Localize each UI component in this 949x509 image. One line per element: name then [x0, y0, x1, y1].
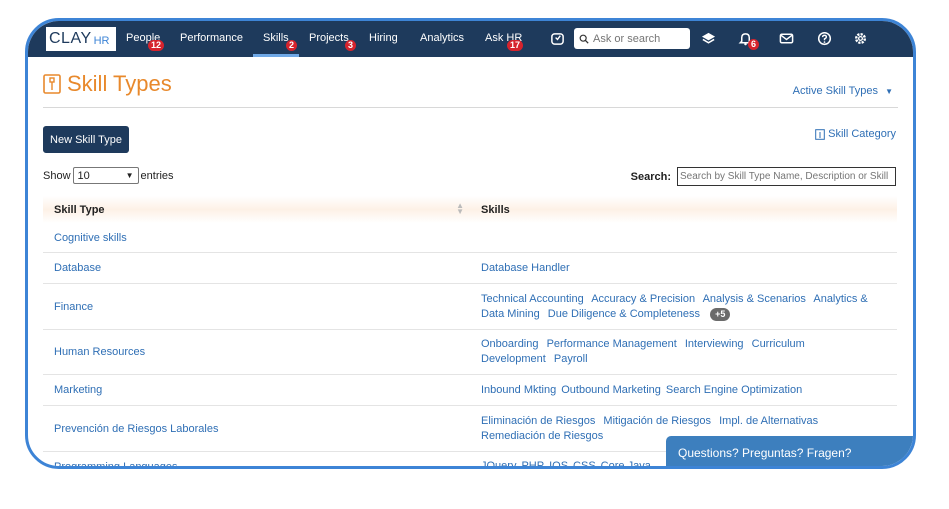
- skill-link[interactable]: Outbound Marketing: [561, 383, 661, 398]
- show-label: Show: [43, 169, 71, 182]
- skill-link[interactable]: PHP: [521, 459, 544, 466]
- skill-link[interactable]: Search Engine Optimization: [666, 383, 802, 398]
- header-divider: [43, 107, 898, 108]
- skill-link[interactable]: Analysis & Scenarios: [703, 293, 806, 305]
- nav-analytics[interactable]: Analytics: [420, 32, 464, 44]
- skill-link[interactable]: Mitigación de Riesgos: [603, 415, 711, 427]
- ask-hr-badge: 17: [507, 40, 524, 51]
- clayhr-logo[interactable]: CLAY HR: [46, 27, 116, 51]
- skill-link[interactable]: Remediación de Riesgos: [481, 430, 603, 442]
- notification-badge: 6: [748, 39, 760, 50]
- skill-type-link[interactable]: Cognitive skills: [54, 232, 127, 244]
- skill-link[interactable]: Core Java: [601, 459, 651, 466]
- skill-link[interactable]: CSS: [573, 459, 596, 466]
- logo-suffix: HR: [93, 34, 110, 47]
- projects-badge: 3: [345, 40, 357, 51]
- active-skill-types-dropdown[interactable]: Active Skill Types ▼: [793, 85, 893, 97]
- help-icon[interactable]: [817, 31, 832, 46]
- page-title-text: Skill Types: [67, 71, 172, 96]
- skill-link[interactable]: Inbound Mkting: [481, 383, 556, 398]
- header-skills-label: Skills: [481, 203, 510, 216]
- skill-link[interactable]: JQuery: [481, 459, 516, 466]
- support-chat-label: Questions? Preguntas? Fragen?: [678, 445, 852, 460]
- more-skills-badge[interactable]: +5: [710, 307, 731, 321]
- nav-skills-label: Skills: [263, 32, 289, 44]
- skill-category-link[interactable]: Skill Category: [815, 128, 896, 140]
- header-skills: Skills: [470, 204, 510, 216]
- skill-link[interactable]: Accuracy & Precision: [591, 293, 695, 305]
- logo-text: CLAY: [49, 30, 92, 47]
- nav-ask-hr[interactable]: Ask HR 17: [485, 32, 524, 51]
- gear-icon[interactable]: [853, 31, 868, 46]
- nav-hiring-label: Hiring: [369, 32, 398, 44]
- skill-link[interactable]: Technical Accounting: [481, 293, 584, 305]
- skill-type-link[interactable]: Programming Languages: [54, 461, 178, 467]
- skill-type-link[interactable]: Human Resources: [54, 346, 145, 358]
- skill-link[interactable]: Payroll: [554, 353, 588, 365]
- skill-link[interactable]: IOS: [549, 459, 568, 466]
- skill-link[interactable]: Performance Management: [547, 338, 677, 350]
- nav-projects-label: Projects: [309, 32, 349, 44]
- top-navbar: CLAY HR People 12 Performance Skills 2 P…: [28, 21, 913, 57]
- table-row: Database Database Handler: [43, 253, 897, 284]
- skill-types-table: Skill Type ▲ ▼ Skills Cognitive skills Da…: [43, 196, 897, 467]
- skill-link[interactable]: Interviewing: [685, 338, 744, 350]
- clock-icon[interactable]: [550, 31, 565, 46]
- nav-hiring[interactable]: Hiring: [369, 32, 398, 44]
- active-skill-types-label: Active Skill Types: [792, 85, 879, 97]
- table-search: Search:: [631, 167, 896, 186]
- table-search-input[interactable]: [677, 167, 896, 186]
- nav-analytics-label: Analytics: [420, 32, 465, 44]
- sort-icon: ▲ ▼: [456, 200, 464, 216]
- skill-link[interactable]: Due Diligence & Completeness: [548, 308, 700, 320]
- entries-control: Show 10 ▼ entries: [43, 167, 174, 184]
- table-search-label: Search:: [630, 170, 671, 183]
- skill-link[interactable]: Eliminación de Riesgos: [481, 415, 595, 427]
- skill-category-label: Skill Category: [828, 128, 896, 140]
- skill-type-link[interactable]: Database: [54, 262, 101, 274]
- mail-icon[interactable]: [779, 31, 794, 46]
- table-row: Cognitive skills: [43, 223, 897, 253]
- nav-people[interactable]: People 12: [126, 32, 165, 51]
- skill-link[interactable]: Onboarding: [481, 338, 539, 350]
- skill-type-link[interactable]: Prevención de Riesgos Laborales: [54, 423, 219, 435]
- header-skill-type-label: Skill Type: [54, 203, 105, 216]
- skills-badge: 2: [286, 40, 298, 51]
- entries-label: entries: [140, 169, 174, 182]
- skill-type-icon: [43, 74, 61, 94]
- table-row: Marketing Inbound Mkting Outbound Market…: [43, 375, 897, 406]
- nav-skills[interactable]: Skills 2: [253, 32, 299, 57]
- layers-icon[interactable]: [701, 31, 716, 46]
- page-title: Skill Types: [43, 71, 172, 97]
- skill-link[interactable]: Database Handler: [481, 261, 570, 276]
- caret-down-icon: ▼: [885, 87, 893, 96]
- category-icon: [815, 128, 825, 140]
- skill-type-link[interactable]: Finance: [54, 301, 93, 313]
- skill-link[interactable]: Impl. de Alternativas: [719, 415, 818, 427]
- new-skill-type-button[interactable]: New Skill Type: [43, 126, 129, 153]
- entries-select-value: 10: [77, 169, 90, 182]
- global-search-input[interactable]: [593, 32, 689, 45]
- support-chat-tab[interactable]: Questions? Preguntas? Fragen?: [666, 436, 913, 466]
- table-header: Skill Type ▲ ▼ Skills: [43, 196, 897, 223]
- entries-select[interactable]: 10 ▼: [72, 167, 139, 184]
- chevron-down-icon: ▼: [125, 171, 134, 180]
- app-frame: CLAY HR People 12 Performance Skills 2 P…: [25, 18, 916, 469]
- table-row: Finance Technical Accounting Accuracy & …: [43, 284, 897, 330]
- global-search[interactable]: [574, 28, 690, 49]
- people-badge: 12: [148, 40, 165, 51]
- header-skill-type[interactable]: Skill Type ▲ ▼: [43, 200, 470, 216]
- nav-projects[interactable]: Projects 3: [309, 32, 357, 51]
- search-icon: [579, 34, 589, 44]
- nav-performance-label: Performance: [180, 32, 243, 44]
- nav-performance[interactable]: Performance: [180, 32, 243, 44]
- skill-type-link[interactable]: Marketing: [54, 384, 102, 396]
- table-row: Human Resources Onboarding Performance M…: [43, 330, 897, 375]
